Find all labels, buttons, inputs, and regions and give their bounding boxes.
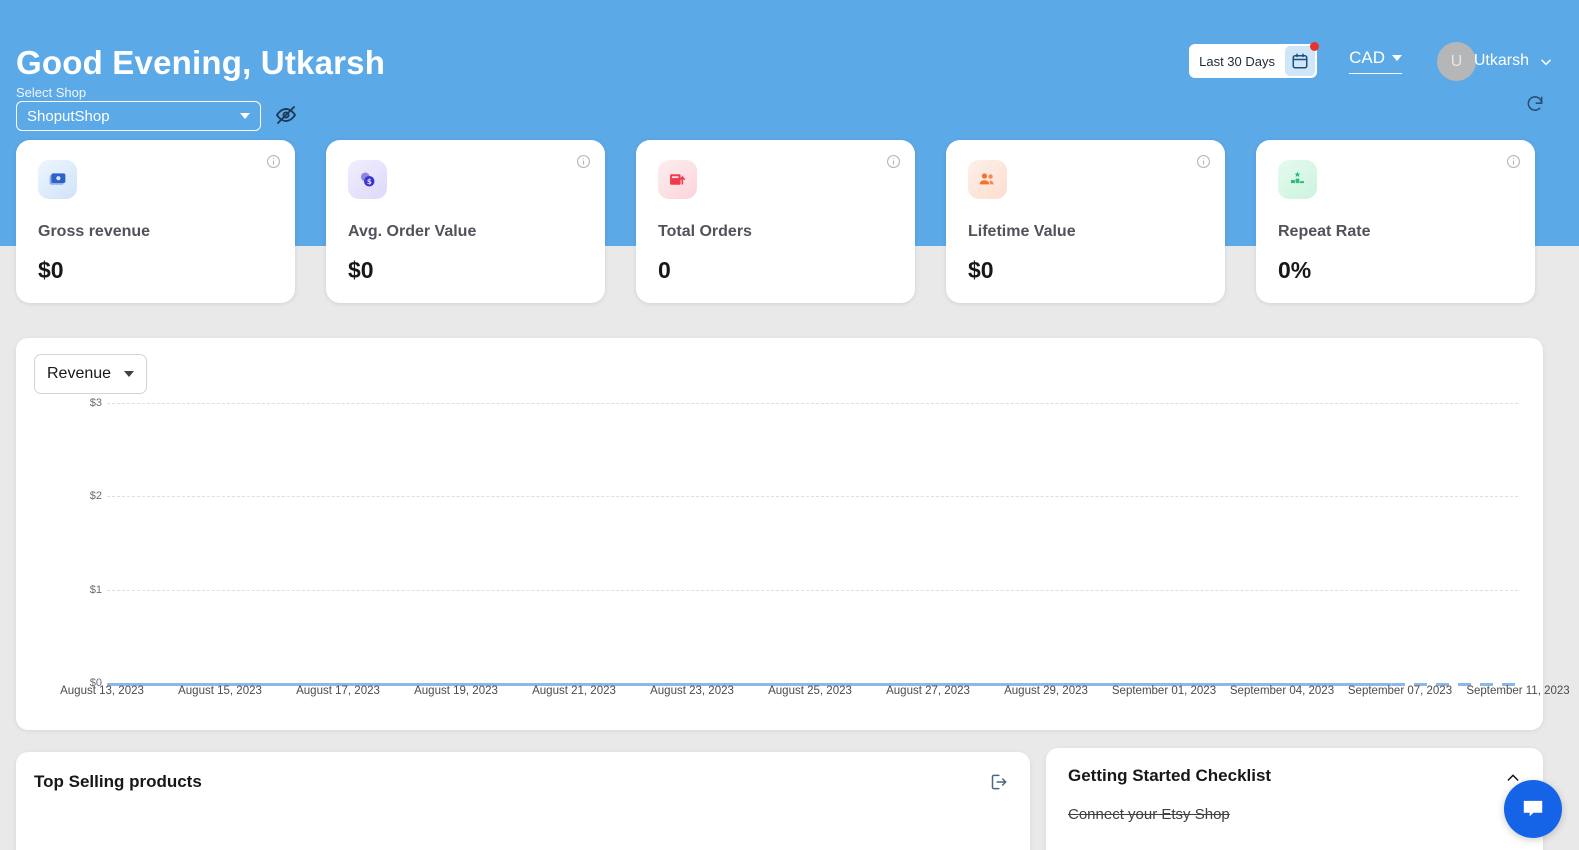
- chart-x-tick-label: August 29, 2023: [1004, 685, 1088, 697]
- chart-gridline: [107, 589, 1518, 591]
- chart-x-tick-label: August 25, 2023: [768, 685, 852, 697]
- shop-select-value: ShoputShop: [27, 107, 110, 125]
- shop-select[interactable]: ShoputShop: [16, 101, 261, 131]
- chart-y-tick-label: $3: [89, 397, 102, 409]
- kpi-value: $0: [348, 257, 374, 283]
- refresh-icon[interactable]: [1525, 94, 1545, 114]
- chart-x-axis: August 13, 2023 August 15, 2023 August 17,…: [16, 685, 1570, 705]
- notification-dot: [1310, 42, 1319, 51]
- page-title: Good Evening, Utkarsh: [16, 44, 386, 81]
- getting-started-checklist-card: Getting Started Checklist Connect your E…: [1046, 748, 1543, 850]
- kpi-value: 0: [658, 257, 671, 283]
- kpi-value: $0: [968, 257, 994, 283]
- chart-x-tick-label: August 17, 2023: [296, 685, 380, 697]
- date-range-picker[interactable]: Last 30 Days: [1189, 42, 1319, 78]
- kpi-label: Total Orders: [658, 223, 752, 240]
- chart-gridline: [107, 496, 1518, 498]
- svg-text:$: $: [367, 178, 372, 186]
- chevron-down-icon: [1392, 55, 1402, 61]
- checklist-item[interactable]: Connect your Etsy Shop: [1068, 806, 1230, 823]
- info-icon[interactable]: [886, 154, 901, 169]
- chart-x-tick-label: September 01, 2023: [1111, 685, 1217, 697]
- podium-star-icon: [1278, 160, 1317, 199]
- export-icon[interactable]: [988, 772, 1008, 792]
- chat-bubble-icon[interactable]: [1504, 780, 1562, 838]
- coins-dollar-icon: $: [348, 160, 387, 199]
- chevron-down-icon: [240, 113, 250, 119]
- select-shop-label: Select Shop: [16, 85, 87, 100]
- chart-y-axis: $0 $1 $2 $3: [62, 393, 102, 689]
- currency-value: CAD: [1349, 48, 1385, 67]
- info-icon[interactable]: [1196, 154, 1211, 169]
- kpi-value: 0%: [1278, 257, 1312, 283]
- kpi-label: Repeat Rate: [1278, 223, 1371, 240]
- chevron-down-icon: [124, 371, 134, 377]
- orders-up-icon: [658, 160, 697, 199]
- info-icon[interactable]: [576, 154, 591, 169]
- top-selling-title: Top Selling products: [34, 772, 202, 791]
- chart-x-tick-label: August 21, 2023: [532, 685, 616, 697]
- kpi-label: Avg. Order Value: [348, 223, 477, 240]
- kpi-card-avg-order-value[interactable]: $ Avg. Order Value $0: [326, 140, 605, 303]
- calendar-icon[interactable]: [1283, 42, 1319, 78]
- avatar-initial: U: [1450, 52, 1463, 70]
- date-range-label: Last 30 Days: [1199, 53, 1275, 69]
- chart-x-tick-label: September 11, 2023: [1466, 685, 1570, 697]
- chart-gridline: [107, 403, 1518, 404]
- chart-x-tick-label: September 07, 2023: [1347, 685, 1453, 697]
- chart-metric-value: Revenue: [47, 365, 112, 382]
- checklist-title: Getting Started Checklist: [1068, 766, 1272, 785]
- chart-x-tick-label: August 27, 2023: [886, 685, 970, 697]
- chart-x-tick-label: August 19, 2023: [414, 685, 498, 697]
- chart-x-tick-label: August 15, 2023: [178, 685, 262, 697]
- chevron-down-icon[interactable]: [1539, 55, 1553, 69]
- kpi-label: Gross revenue: [38, 223, 151, 240]
- info-icon[interactable]: [1506, 154, 1521, 169]
- chart-y-tick-label: $2: [89, 490, 102, 503]
- chart-x-tick-label: August 13, 2023: [60, 685, 144, 697]
- revenue-chart-card: Revenue $0 $1 $2 $3 August 13, 2023 August 1…: [16, 338, 1570, 730]
- kpi-label: Lifetime Value: [968, 223, 1076, 240]
- dashboard-page: Good Evening, Utkarsh Select Shop Shoput…: [0, 0, 1579, 850]
- chart-plot-area: $0 $1 $2 $3 August 13, 2023 August 15, 2023 A…: [16, 393, 1570, 730]
- top-selling-products-card: Top Selling products: [16, 752, 1030, 850]
- user-menu-label[interactable]: Utkarsh: [1474, 52, 1529, 70]
- chart-x-tick-label: August 23, 2023: [650, 685, 734, 697]
- kpi-card-lifetime-value[interactable]: Lifetime Value $0: [946, 140, 1225, 303]
- currency-select[interactable]: CAD: [1349, 48, 1402, 74]
- kpi-card-row: Gross revenue $0 $ Avg. Order Value $0 T…: [16, 140, 1563, 303]
- avatar[interactable]: U: [1437, 42, 1476, 81]
- chart-metric-select[interactable]: Revenue: [34, 354, 147, 394]
- kpi-card-total-orders[interactable]: Total Orders 0: [636, 140, 915, 303]
- kpi-value: $0: [38, 257, 64, 283]
- chart-x-tick-label: September 04, 2023: [1229, 685, 1335, 697]
- kpi-card-repeat-rate[interactable]: Repeat Rate 0%: [1256, 140, 1535, 303]
- info-icon[interactable]: [266, 154, 281, 169]
- people-icon: [968, 160, 1007, 199]
- money-stack-icon: [38, 160, 77, 199]
- chart-y-tick-label: $1: [89, 583, 102, 596]
- kpi-card-gross-revenue[interactable]: Gross revenue $0: [16, 140, 295, 303]
- eye-off-icon[interactable]: [274, 103, 298, 127]
